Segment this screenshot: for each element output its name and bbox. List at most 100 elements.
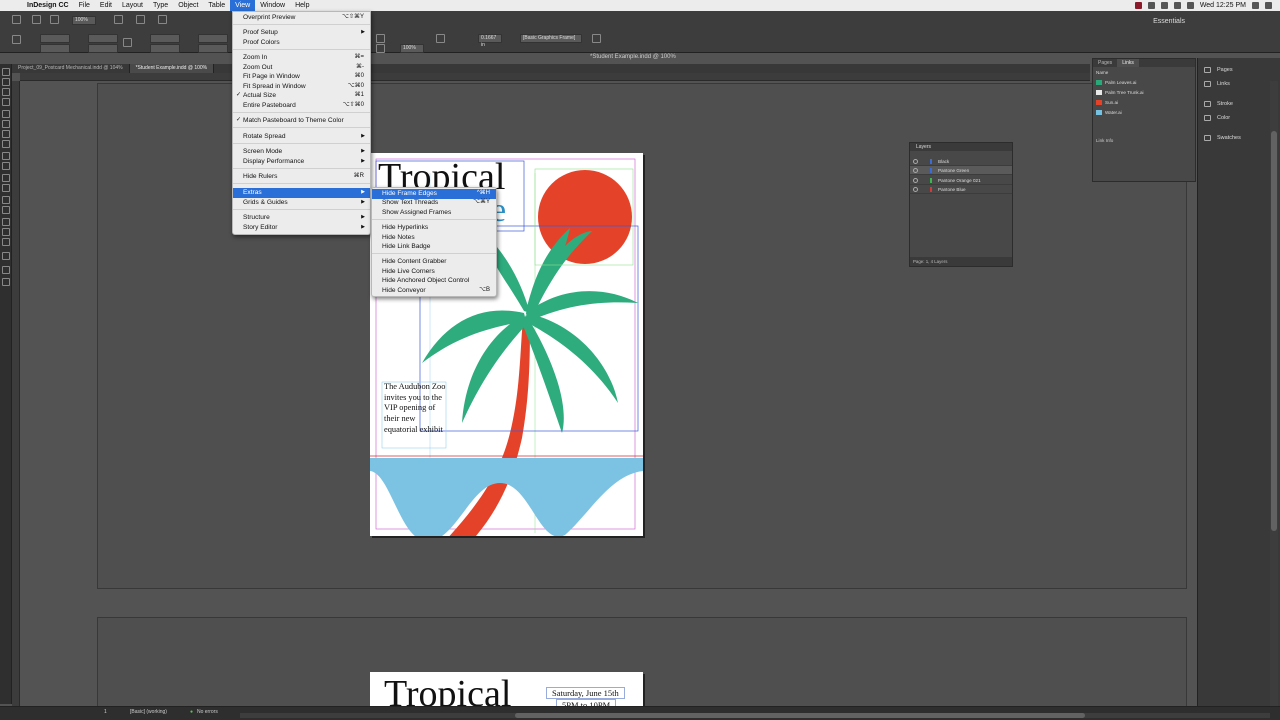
dock-item-swatches[interactable]: Swatches [1198, 132, 1270, 144]
menu-table[interactable]: Table [203, 0, 230, 11]
menu-item-extras[interactable]: Extras ▶ [233, 188, 370, 198]
menu-item-hide-anchored-object-control[interactable]: Hide Anchored Object Control [372, 276, 496, 286]
links-header[interactable]: Name [1093, 68, 1189, 78]
rotate-field[interactable] [198, 34, 228, 43]
menu-item-hide-rulers[interactable]: Hide Rulers ⌘R [233, 172, 370, 182]
gap-tool-icon[interactable] [2, 98, 10, 106]
tab-links[interactable]: Links [1117, 59, 1139, 67]
hand-tool-icon[interactable] [2, 228, 10, 236]
free-transform-tool-icon[interactable] [2, 184, 10, 192]
menu-item-hide-conveyor[interactable]: Hide Conveyor ⌥B [372, 286, 496, 296]
link-info-label[interactable]: Link Info [1096, 138, 1113, 143]
zoom-icon[interactable] [50, 15, 59, 24]
preflight-profile[interactable]: [Basic] (working) [130, 709, 167, 715]
stock-icon[interactable] [32, 15, 41, 24]
menu-item-entire-pasteboard[interactable]: Entire Pasteboard ⌥⇧⌘0 [233, 101, 370, 111]
menu-item-proof-setup[interactable]: Proof Setup ▶ [233, 28, 370, 38]
br-icon[interactable] [12, 15, 21, 24]
dock-item-links[interactable]: Links [1198, 78, 1270, 90]
volume-icon[interactable] [1173, 2, 1181, 9]
dock-item-color[interactable]: Color [1198, 112, 1270, 124]
menu-type[interactable]: Type [148, 0, 173, 11]
page-2-date[interactable]: Saturday, June 15th [546, 687, 625, 699]
menu-window[interactable]: Window [255, 0, 290, 11]
layers-panel-title[interactable]: Layers [910, 143, 1012, 151]
vertical-scrollbar[interactable] [1270, 81, 1278, 706]
dock-item-pages[interactable]: Pages [1198, 64, 1270, 76]
bluetooth-icon[interactable] [1147, 2, 1155, 9]
dock-item-stroke[interactable]: Stroke [1198, 98, 1270, 110]
menu-item-overprint-preview[interactable]: Overprint Preview ⌥⇧⌘Y [233, 13, 370, 23]
fill-stroke-icon[interactable] [2, 252, 10, 260]
y-field[interactable] [40, 44, 70, 53]
menu-item-rotate-spread[interactable]: Rotate Spread ▶ [233, 132, 370, 142]
object-style-field[interactable]: [Basic Graphics Frame] [520, 34, 582, 43]
preflight-errors[interactable]: No errors [197, 709, 218, 715]
rectangle-frame-tool-icon[interactable] [2, 152, 10, 160]
view-options-icon[interactable] [114, 15, 123, 24]
visibility-eye-icon[interactable] [913, 159, 918, 164]
stroke-swatch-icon[interactable] [376, 44, 385, 53]
shear-field[interactable] [198, 44, 228, 53]
link-row[interactable]: Water.ai [1093, 108, 1189, 118]
menu-item-grids-guides[interactable]: Grids & Guides ▶ [233, 198, 370, 208]
page-tool-icon[interactable] [2, 88, 10, 96]
screen-mode-icon[interactable] [136, 15, 145, 24]
zoom-tool-icon[interactable] [2, 238, 10, 246]
arrange-icon[interactable] [158, 15, 167, 24]
scale-y-field[interactable] [150, 44, 180, 53]
menu-item-proof-colors[interactable]: Proof Colors [233, 38, 370, 48]
notification-icon[interactable] [1265, 2, 1272, 9]
link-row[interactable]: Palm Leaves.ai [1093, 78, 1189, 88]
workspace-switcher[interactable]: Essentials [1153, 18, 1185, 25]
tab-postcard-mechanical[interactable]: Project_09_Postcard Mechanical.indd @ 10… [12, 64, 130, 73]
reference-point-icon[interactable] [12, 35, 21, 44]
stroke-weight-field[interactable]: 0.1667 in [478, 34, 502, 48]
link-row[interactable]: Sun.ai [1093, 98, 1189, 108]
horizontal-scrollbar[interactable] [240, 713, 1270, 718]
visibility-eye-icon[interactable] [913, 178, 918, 183]
pencil-tool-icon[interactable] [2, 140, 10, 148]
horizontal-ruler[interactable] [20, 73, 1090, 81]
menu-item-hide-link-badge[interactable]: Hide Link Badge [372, 242, 496, 252]
water-graphic[interactable] [370, 458, 643, 536]
pen-tool-icon[interactable] [2, 130, 10, 138]
auto-fit-icon[interactable] [592, 34, 601, 43]
menu-help[interactable]: Help [290, 0, 314, 11]
scissors-tool-icon[interactable] [2, 174, 10, 182]
menu-item-structure[interactable]: Structure ▶ [233, 213, 370, 223]
battery-icon[interactable] [1186, 2, 1194, 9]
clock[interactable]: Wed 12:25 PM [1200, 2, 1246, 9]
note-tool-icon[interactable] [2, 206, 10, 214]
constrain-proportions-icon[interactable] [123, 38, 132, 47]
menu-item-fit-page[interactable]: Fit Page in Window ⌘0 [233, 72, 370, 82]
visibility-eye-icon[interactable] [913, 168, 918, 173]
w-field[interactable] [88, 34, 118, 43]
formatting-icon[interactable] [2, 266, 10, 274]
visibility-eye-icon[interactable] [913, 187, 918, 192]
type-tool-icon[interactable] [2, 110, 10, 118]
wifi-icon[interactable] [1160, 2, 1168, 9]
opacity-field[interactable]: 100% [400, 44, 424, 53]
spotlight-icon[interactable] [1252, 2, 1259, 9]
layer-row-pantone-blue[interactable]: Pantone Blue [910, 185, 1012, 194]
preview-mode-icon[interactable] [2, 278, 10, 286]
menu-item-story-editor[interactable]: Story Editor ▶ [233, 223, 370, 233]
rectangle-tool-icon[interactable] [2, 162, 10, 170]
menu-edit[interactable]: Edit [95, 0, 117, 11]
horizontal-scroll-thumb[interactable] [515, 713, 1085, 718]
vertical-ruler[interactable] [12, 81, 20, 706]
menu-item-screen-mode[interactable]: Screen Mode ▶ [233, 147, 370, 157]
drop-shadow-icon[interactable] [436, 34, 445, 43]
menu-item-show-text-threads[interactable]: Show Text Threads ⌥⌘Y [372, 198, 496, 208]
menu-item-hide-hyperlinks[interactable]: Hide Hyperlinks [372, 223, 496, 233]
fill-swatch-icon[interactable] [376, 34, 385, 43]
invite-body-text[interactable]: The Audubon Zoo invites you to the VIP o… [384, 382, 448, 436]
tab-pages[interactable]: Pages [1093, 59, 1117, 67]
gradient-tool-icon[interactable] [2, 196, 10, 204]
x-field[interactable] [40, 34, 70, 43]
layer-row-pantone-green[interactable]: Pantone Green [910, 166, 1012, 175]
menu-item-match-pasteboard[interactable]: ✓ Match Pasteboard to Theme Color [233, 116, 370, 126]
h-field[interactable] [88, 44, 118, 53]
scale-x-field[interactable] [150, 34, 180, 43]
